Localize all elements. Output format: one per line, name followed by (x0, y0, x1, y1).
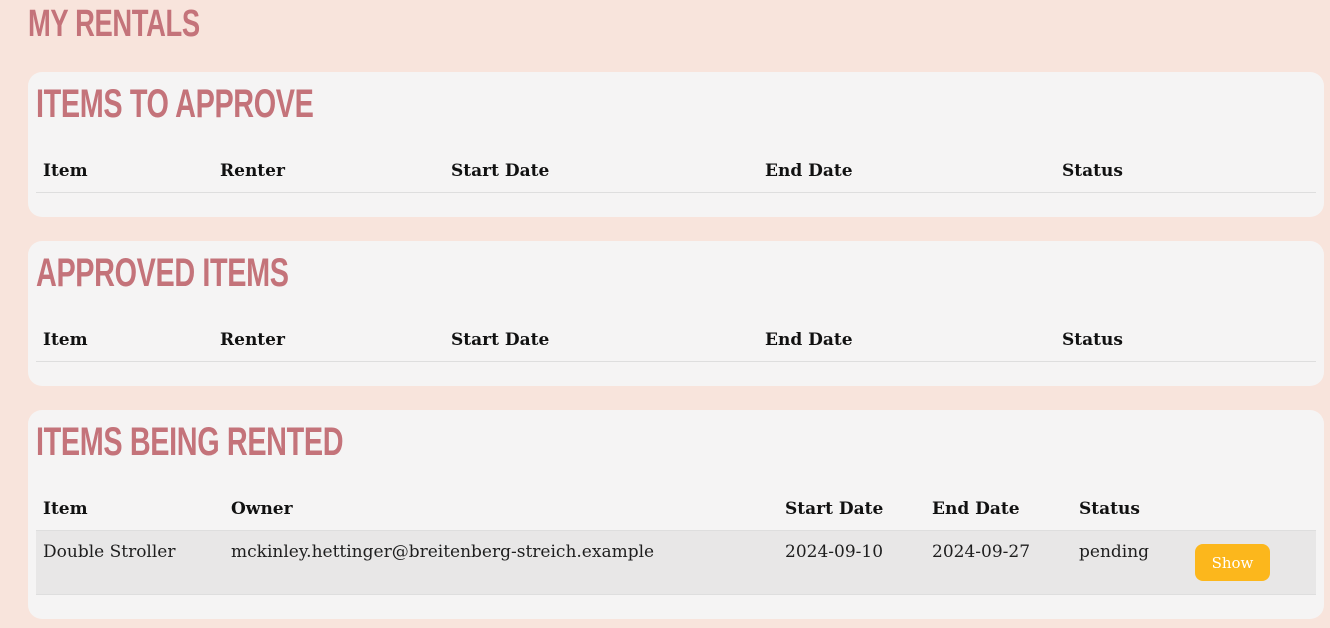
rental-start-date: 2024-09-10 (785, 542, 884, 562)
items-to-approve-card: Items to Approve Item Renter Start Date … (28, 72, 1324, 217)
rental-end-date: 2024-09-27 (932, 542, 1031, 562)
column-header-start-date: Start Date (451, 161, 550, 181)
column-header-item: Item (43, 330, 88, 350)
column-header-status: Status (1079, 499, 1140, 519)
items-to-approve-header-row: Item Renter Start Date End Date Status (36, 149, 1316, 193)
column-header-end-date: End Date (765, 161, 853, 181)
column-header-start-date: Start Date (785, 499, 884, 519)
column-header-renter: Renter (220, 330, 285, 350)
table-row: Double Stroller mckinley.hettinger@breit… (36, 531, 1316, 595)
column-header-end-date: End Date (932, 499, 1020, 519)
column-header-end-date: End Date (765, 330, 853, 350)
approved-items-card: Approved Items Item Renter Start Date En… (28, 241, 1324, 386)
page-title: My Rentals (28, 3, 200, 45)
items-to-approve-title: Items to Approve (36, 82, 314, 126)
rental-owner-email: mckinley.hettinger@breitenberg-streich.e… (231, 542, 655, 562)
column-header-item: Item (43, 499, 88, 519)
column-header-start-date: Start Date (451, 330, 550, 350)
column-header-item: Item (43, 161, 88, 181)
show-button[interactable]: Show (1195, 544, 1270, 581)
approved-items-header-row: Item Renter Start Date End Date Status (36, 318, 1316, 362)
items-being-rented-header-row: Item Owner Start Date End Date Status (36, 487, 1316, 531)
column-header-renter: Renter (220, 161, 285, 181)
rental-item-name: Double Stroller (43, 542, 176, 562)
approved-items-title: Approved Items (36, 251, 289, 295)
column-header-status: Status (1062, 330, 1123, 350)
items-being-rented-card: Items Being Rented Item Owner Start Date… (28, 410, 1324, 619)
column-header-owner: Owner (231, 499, 293, 519)
column-header-status: Status (1062, 161, 1123, 181)
items-being-rented-title: Items Being Rented (36, 420, 344, 464)
rental-status: pending (1079, 542, 1150, 562)
